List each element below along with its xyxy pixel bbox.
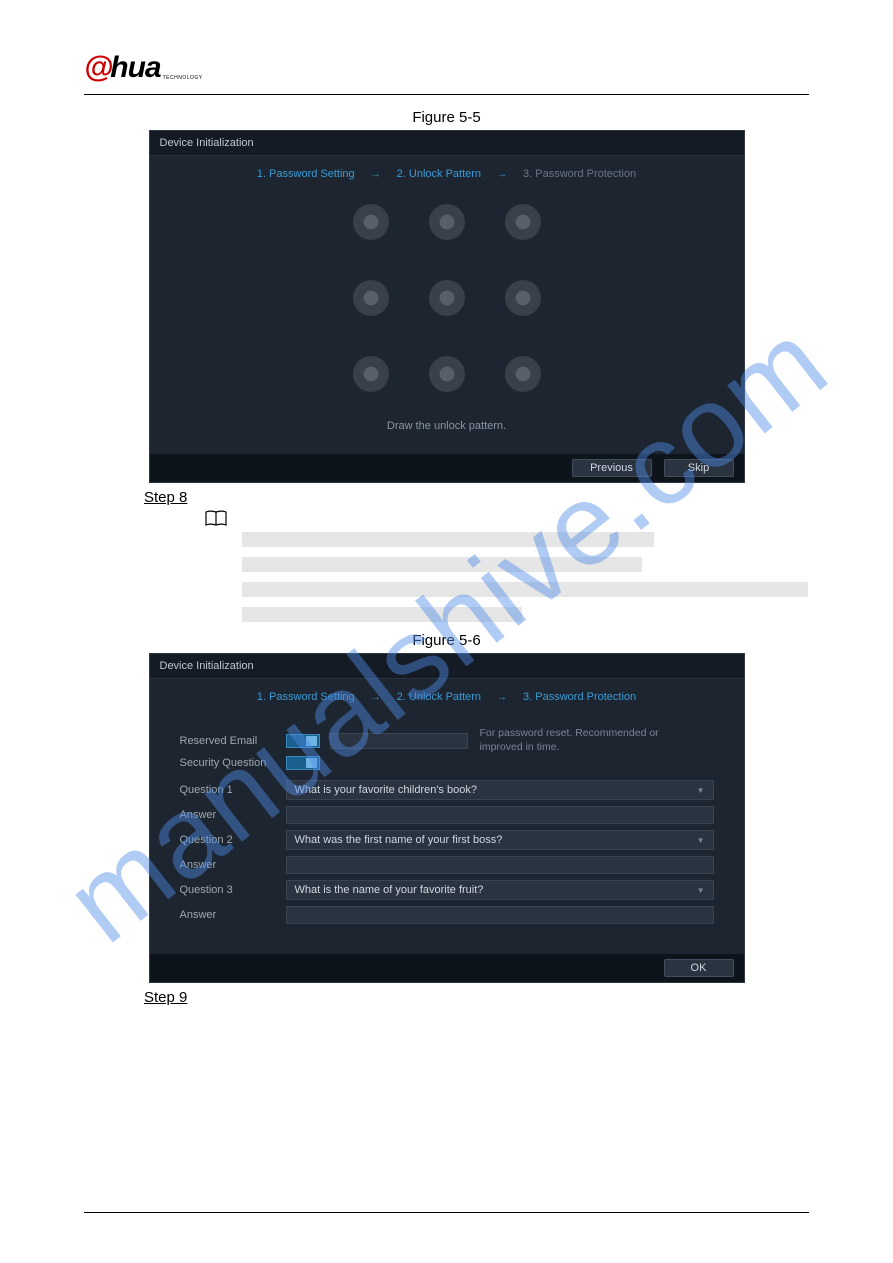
skip-button[interactable]: Skip (664, 459, 734, 477)
answer-3-input[interactable] (286, 906, 714, 924)
reserved-email-row: Reserved Email For password reset. Recom… (180, 727, 714, 754)
figure-5-6-caption: Figure 5-6 (84, 632, 809, 649)
question-1-select[interactable]: What is your favorite children's book? ▼ (286, 780, 714, 800)
arrow-icon: → (371, 692, 381, 703)
redacted-line (242, 532, 654, 547)
chevron-down-icon: ▼ (697, 786, 705, 795)
dialog-footer: Previous Skip (150, 454, 744, 482)
question-1-row: Question 1 What is your favorite childre… (180, 780, 714, 800)
logo-hua: hua (110, 51, 160, 85)
answer-1-row: Answer (180, 806, 714, 824)
security-question-label: Security Question (180, 757, 286, 769)
arrow-icon: → (371, 169, 381, 180)
pattern-dot[interactable] (429, 280, 465, 316)
question-3-value: What is the name of your favorite fruit? (295, 884, 484, 896)
question-3-select[interactable]: What is the name of your favorite fruit?… (286, 880, 714, 900)
pattern-dot[interactable] (353, 356, 389, 392)
pattern-dot[interactable] (429, 356, 465, 392)
wizard-step-2: 2. Unlock Pattern (397, 691, 481, 703)
redacted-line (242, 582, 808, 597)
previous-button[interactable]: Previous (572, 459, 652, 477)
wizard-steps: 1. Password Setting → 2. Unlock Pattern … (150, 679, 744, 717)
step-8-label: Step 8 (144, 489, 809, 506)
security-question-toggle[interactable] (286, 756, 320, 770)
wizard-step-1: 1. Password Setting (257, 691, 355, 703)
dialog-footer: OK (150, 954, 744, 982)
screenshot-unlock-pattern: Device Initialization 1. Password Settin… (149, 130, 745, 483)
reserved-email-toggle[interactable] (286, 734, 320, 748)
reserved-email-label: Reserved Email (180, 735, 286, 747)
wizard-step-3: 3. Password Protection (523, 691, 636, 703)
chevron-down-icon: ▼ (697, 836, 705, 845)
question-3-row: Question 3 What is the name of your favo… (180, 880, 714, 900)
logo-at: @ (84, 51, 112, 85)
arrow-icon: → (497, 169, 507, 180)
question-2-label: Question 2 (180, 834, 286, 846)
redacted-line (242, 557, 642, 572)
pattern-dot[interactable] (429, 204, 465, 240)
protection-form: Reserved Email For password reset. Recom… (150, 717, 744, 954)
wizard-step-1: 1. Password Setting (257, 168, 355, 180)
reserved-email-input[interactable] (330, 733, 468, 749)
answer-2-input[interactable] (286, 856, 714, 874)
redacted-line (242, 607, 522, 622)
dialog-title: Device Initialization (150, 131, 744, 156)
answer-3-row: Answer (180, 906, 714, 924)
footer-rule (84, 1212, 809, 1213)
question-2-select[interactable]: What was the first name of your first bo… (286, 830, 714, 850)
dialog-title: Device Initialization (150, 654, 744, 679)
figure-5-5-caption: Figure 5-5 (84, 109, 809, 126)
draw-instruction: Draw the unlock pattern. (150, 410, 744, 454)
reserved-email-hint: For password reset. Recommended or impro… (480, 727, 700, 754)
redacted-text-block (242, 532, 809, 622)
header-rule-wrap: @ hua TECHNOLOGY (84, 50, 809, 95)
wizard-step-2: 2. Unlock Pattern (397, 168, 481, 180)
chevron-down-icon: ▼ (697, 886, 705, 895)
question-3-label: Question 3 (180, 884, 286, 896)
security-question-row: Security Question (180, 756, 714, 770)
wizard-step-3: 3. Password Protection (523, 168, 636, 180)
arrow-icon: → (497, 692, 507, 703)
wizard-steps: 1. Password Setting → 2. Unlock Pattern … (150, 156, 744, 194)
answer-2-row: Answer (180, 856, 714, 874)
answer-2-label: Answer (180, 859, 286, 871)
step-9-label: Step 9 (144, 989, 809, 1006)
unlock-pattern-grid[interactable] (150, 204, 744, 392)
note-book-icon (204, 510, 228, 528)
ok-button[interactable]: OK (664, 959, 734, 977)
question-2-value: What was the first name of your first bo… (295, 834, 503, 846)
pattern-dot[interactable] (505, 204, 541, 240)
answer-3-label: Answer (180, 909, 286, 921)
question-1-value: What is your favorite children's book? (295, 784, 477, 796)
pattern-dot[interactable] (353, 204, 389, 240)
pattern-dot[interactable] (505, 280, 541, 316)
question-1-label: Question 1 (180, 784, 286, 796)
brand-logo: @ hua TECHNOLOGY (84, 50, 809, 86)
pattern-dot[interactable] (505, 356, 541, 392)
logo-tech: TECHNOLOGY (163, 75, 203, 81)
answer-1-label: Answer (180, 809, 286, 821)
pattern-dot[interactable] (353, 280, 389, 316)
screenshot-password-protection: Device Initialization 1. Password Settin… (149, 653, 745, 983)
answer-1-input[interactable] (286, 806, 714, 824)
question-2-row: Question 2 What was the first name of yo… (180, 830, 714, 850)
